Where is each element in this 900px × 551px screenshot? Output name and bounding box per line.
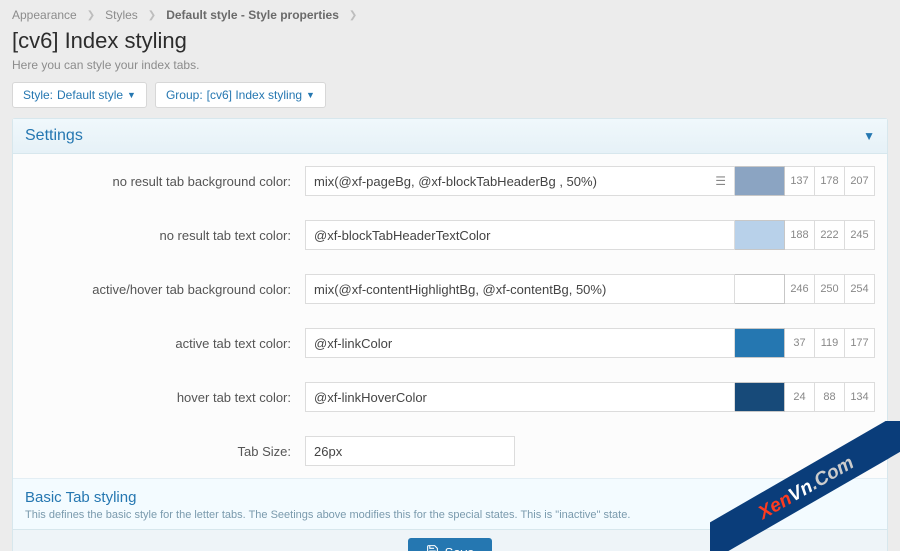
rgb-value[interactable]: 188	[785, 220, 815, 250]
tab-size-input[interactable]	[305, 436, 515, 466]
style-filter-button[interactable]: Style: Default style ▼	[12, 82, 147, 108]
rgb-value[interactable]: 137	[785, 166, 815, 196]
rgb-value[interactable]: 134	[845, 382, 875, 412]
breadcrumb-current: Default style - Style properties	[166, 8, 339, 22]
color-value-input[interactable]: @xf-linkColor	[305, 328, 735, 358]
clipboard-icon[interactable]: ☰	[715, 174, 726, 188]
rgb-value[interactable]: 246	[785, 274, 815, 304]
panel-header[interactable]: Settings ▼	[13, 119, 887, 154]
color-value-input[interactable]: @xf-linkHoverColor	[305, 382, 735, 412]
rgb-value[interactable]: 207	[845, 166, 875, 196]
rgb-value[interactable]: 222	[815, 220, 845, 250]
rgb-value[interactable]: 119	[815, 328, 845, 358]
color-swatch[interactable]	[735, 274, 785, 304]
color-row: hover tab text color:@xf-linkHoverColor 2…	[13, 370, 887, 424]
color-value-input[interactable]: mix(@xf-contentHighlightBg, @xf-contentB…	[305, 274, 735, 304]
settings-panel: Settings ▼ no result tab background colo…	[12, 118, 888, 551]
tab-size-label: Tab Size:	[25, 444, 305, 459]
breadcrumb: Appearance ❯ Styles ❯ Default style - St…	[0, 0, 900, 26]
breadcrumb-link-appearance[interactable]: Appearance	[12, 8, 77, 22]
row-label: active tab text color:	[25, 336, 305, 351]
chevron-right-icon: ❯	[148, 10, 156, 21]
rgb-value[interactable]: 178	[815, 166, 845, 196]
color-swatch[interactable]	[735, 220, 785, 250]
breadcrumb-link-styles[interactable]: Styles	[105, 8, 138, 22]
color-swatch[interactable]	[735, 328, 785, 358]
rgb-value[interactable]: 37	[785, 328, 815, 358]
section-description: This defines the basic style for the let…	[25, 509, 875, 529]
row-label: hover tab text color:	[25, 390, 305, 405]
chevron-right-icon: ❯	[87, 10, 95, 21]
rgb-value[interactable]: 177	[845, 328, 875, 358]
color-value-input[interactable]: @xf-blockTabHeaderTextColor	[305, 220, 735, 250]
save-icon	[426, 544, 439, 551]
color-row: active/hover tab background color:mix(@x…	[13, 262, 887, 316]
rgb-value[interactable]: 250	[815, 274, 845, 304]
chevron-right-icon: ❯	[349, 10, 357, 21]
panel-title: Settings	[25, 127, 83, 145]
save-button[interactable]: Save	[408, 538, 493, 551]
row-label: no result tab background color:	[25, 174, 305, 189]
rgb-value[interactable]: 24	[785, 382, 815, 412]
rgb-value[interactable]: 254	[845, 274, 875, 304]
page-description: Here you can style your index tabs.	[0, 54, 900, 82]
row-label: active/hover tab background color:	[25, 282, 305, 297]
group-filter-button[interactable]: Group: [cv6] Index styling ▼	[155, 82, 326, 108]
page-title: [cv6] Index styling	[0, 26, 900, 54]
tab-size-row: Tab Size:	[13, 424, 887, 478]
color-value-input[interactable]: mix(@xf-pageBg, @xf-blockTabHeaderBg , 5…	[305, 166, 735, 196]
basic-tab-section: Basic Tab styling This defines the basic…	[13, 478, 887, 529]
color-row: no result tab background color:mix(@xf-p…	[13, 154, 887, 208]
color-swatch[interactable]	[735, 382, 785, 412]
rgb-value[interactable]: 245	[845, 220, 875, 250]
color-row: no result tab text color:@xf-blockTabHea…	[13, 208, 887, 262]
footer-bar: Save	[13, 529, 887, 551]
color-swatch[interactable]	[735, 166, 785, 196]
caret-down-icon: ▼	[306, 90, 315, 100]
color-row: active tab text color:@xf-linkColor 37119…	[13, 316, 887, 370]
collapse-icon[interactable]: ▼	[863, 129, 875, 143]
row-label: no result tab text color:	[25, 228, 305, 243]
filter-bar: Style: Default style ▼ Group: [cv6] Inde…	[0, 82, 900, 118]
section-title: Basic Tab styling	[25, 489, 875, 506]
caret-down-icon: ▼	[127, 90, 136, 100]
rgb-value[interactable]: 88	[815, 382, 845, 412]
